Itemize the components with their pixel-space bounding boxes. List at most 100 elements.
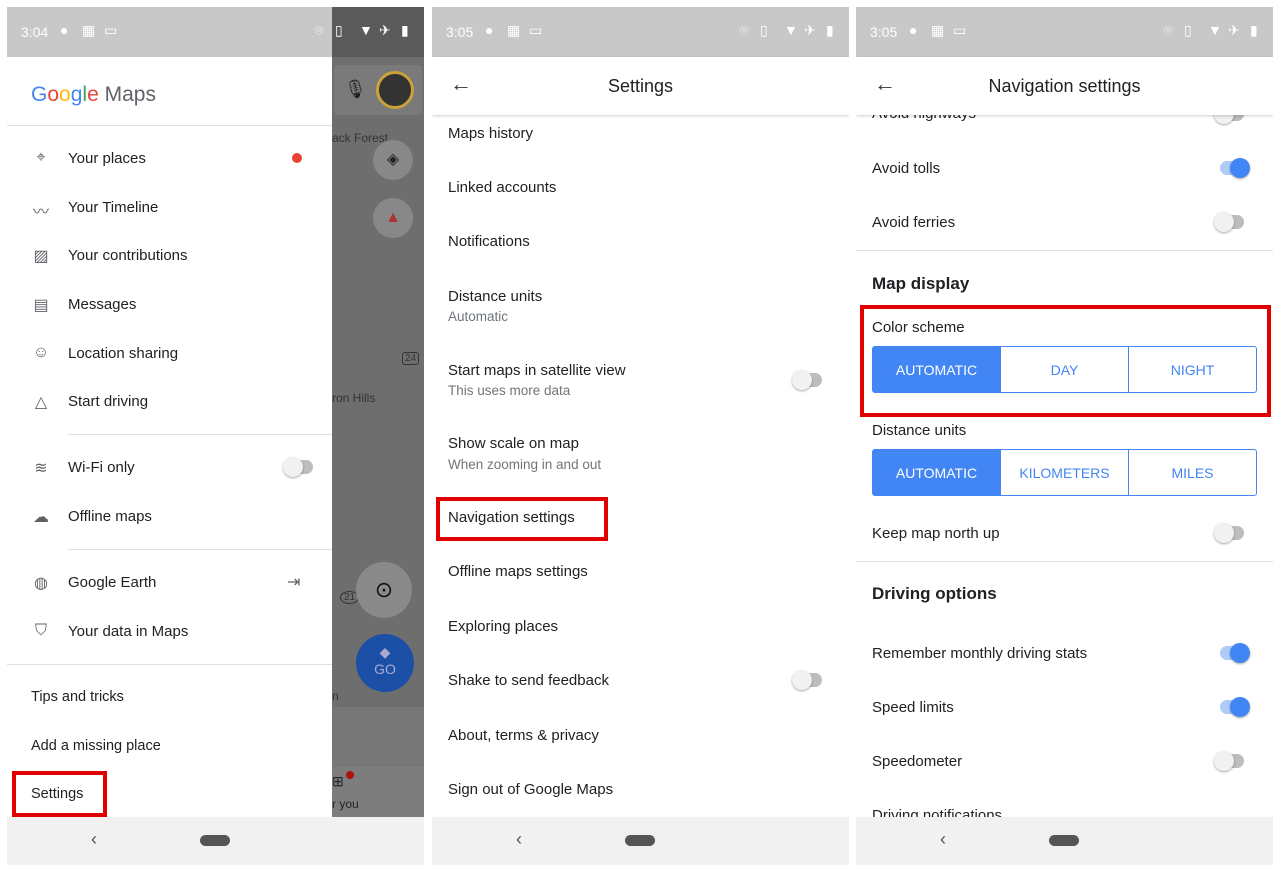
drawer-item-google-earth[interactable]: ◍ Google Earth ⇥ <box>7 561 332 603</box>
item-label: Google Earth <box>68 574 157 591</box>
timeline-icon: 〰 <box>32 204 49 221</box>
page-title: Settings <box>607 76 674 96</box>
spotify-icon: ● <box>60 22 69 38</box>
speedometer-toggle[interactable] <box>1214 751 1244 771</box>
battery-icon: ▮ <box>1250 22 1258 38</box>
wifi-icon: ▼ <box>1208 22 1222 38</box>
system-nav-bar: ‹ <box>856 817 1273 865</box>
wifi-only-toggle[interactable] <box>283 457 313 477</box>
dimmed-map[interactable]: 🎙 ack Forest ◈ ▲ 24 ron Hills 21 ⊙ ◆ GO n… <box>332 7 424 865</box>
navigation-icon: △ <box>34 394 48 411</box>
battery-icon: ▮ <box>401 22 409 38</box>
settings-item-show-scale[interactable]: Show scale on map <box>448 435 579 452</box>
highlight-box <box>12 771 107 817</box>
status-bar: 3:04 ● ▦ ▭ ⌾ ▯ ▼ ✈ ▮ <box>7 7 424 57</box>
route-shield: 24 <box>402 352 420 365</box>
map-label: n <box>332 689 339 703</box>
go-button[interactable]: ◆ GO <box>356 634 414 692</box>
cast-icon: ▭ <box>529 22 543 38</box>
app-icon: ▦ <box>507 22 521 38</box>
keep-north-toggle[interactable] <box>1214 523 1244 543</box>
settings-item-distance-units[interactable]: Distance units <box>448 288 542 305</box>
drawer-item-location-sharing[interactable]: ☺ Location sharing <box>7 332 332 374</box>
navigation-settings-screen: 3:05 ● ▦ ▭ ⌾ ▯ ▼ ✈ ▮ ← Navigation setting… <box>856 7 1273 865</box>
back-icon[interactable]: ‹ <box>516 829 522 850</box>
home-button[interactable] <box>1049 835 1079 846</box>
item-label: Messages <box>68 296 137 313</box>
drawer-item-your-data[interactable]: ⛉ Your data in Maps <box>7 610 332 652</box>
settings-item-exploring-places[interactable]: Exploring places <box>448 618 558 635</box>
drawer-item-timeline[interactable]: 〰 Your Timeline <box>7 186 332 228</box>
speedometer-label: Speedometer <box>872 753 963 770</box>
item-label: Offline maps <box>68 508 152 525</box>
drawer-item-your-places[interactable]: ⌖ Your places <box>7 137 332 179</box>
item-label: Start driving <box>68 393 149 410</box>
avoid-tolls-toggle[interactable] <box>1220 158 1250 178</box>
status-bar: 3:05 ● ▦ ▭ ⌾ ▯ ▼ ✈ ▮ <box>856 7 1273 57</box>
back-icon[interactable]: ‹ <box>91 829 97 850</box>
section-map-display: Map display <box>872 274 970 293</box>
contributions-icon: ▨ <box>33 248 49 265</box>
home-button[interactable] <box>200 835 230 846</box>
drawer-item-offline-maps[interactable]: ☁ Offline maps <box>7 495 332 537</box>
clock: 3:05 <box>870 24 898 40</box>
open-external-icon: ⇥ <box>287 574 301 591</box>
spotify-icon: ● <box>485 22 494 38</box>
page-title: Navigation settings <box>988 76 1141 96</box>
tab-for-you[interactable]: r you <box>332 797 359 811</box>
speed-limits-toggle[interactable] <box>1220 697 1250 717</box>
settings-item-shake-feedback[interactable]: Shake to send feedback <box>448 672 609 689</box>
satellite-view-toggle[interactable] <box>792 370 822 390</box>
settings-item-satellite-view[interactable]: Start maps in satellite view <box>448 362 626 379</box>
home-button[interactable] <box>625 835 655 846</box>
section-driving-options: Driving options <box>872 584 997 603</box>
driving-stats-toggle[interactable] <box>1220 643 1250 663</box>
avoid-ferries-label: Avoid ferries <box>872 214 956 231</box>
system-nav-bar: ‹ <box>432 817 849 865</box>
add-missing-place-link[interactable]: Add a missing place <box>31 738 161 754</box>
back-icon[interactable]: ‹ <box>940 829 946 850</box>
location-pin-icon: ⌖ <box>36 149 46 166</box>
vibrate-icon: ▯ <box>1184 22 1192 38</box>
my-location-icon[interactable]: ⊙ <box>356 562 412 618</box>
avatar[interactable] <box>376 71 414 109</box>
shake-feedback-toggle[interactable] <box>792 670 822 690</box>
clock: 3:05 <box>446 24 474 40</box>
drawer-item-start-driving[interactable]: △ Start driving <box>7 380 332 422</box>
distance-units-kilometers[interactable]: KILOMETERS <box>1000 450 1128 495</box>
map-label: ack Forest <box>332 131 389 145</box>
highlight-box <box>860 305 1271 417</box>
settings-item-notifications[interactable]: Notifications <box>448 233 530 250</box>
settings-item-offline-maps[interactable]: Offline maps settings <box>448 563 588 580</box>
mic-icon[interactable]: 🎙 <box>344 79 367 100</box>
map-label: ron Hills <box>332 391 376 405</box>
show-scale-subtitle: When zooming in and out <box>448 457 602 472</box>
distance-units-miles[interactable]: MILES <box>1128 450 1256 495</box>
layers-icon[interactable]: ◈ <box>373 140 413 180</box>
driving-stats-label: Remember monthly driving stats <box>872 645 1088 662</box>
directions-icon: ◆ <box>379 644 391 660</box>
drawer-item-messages[interactable]: ▤ Messages <box>7 283 332 325</box>
settings-item-maps-history[interactable]: Maps history <box>448 125 533 142</box>
item-label: Your contributions <box>68 247 188 264</box>
airplane-icon: ✈ <box>804 22 816 38</box>
distance-units-automatic[interactable]: AUTOMATIC <box>873 450 1000 495</box>
settings-item-sign-out[interactable]: Sign out of Google Maps <box>448 781 613 798</box>
avoid-ferries-toggle[interactable] <box>1214 212 1244 232</box>
speed-limits-label: Speed limits <box>872 699 954 716</box>
item-label: Your places <box>68 150 146 167</box>
location-sharing-icon: ☺ <box>32 344 50 361</box>
compass-icon[interactable]: ▲ <box>373 198 413 238</box>
wifi-icon: ▼ <box>784 22 798 38</box>
item-label: Wi-Fi only <box>68 459 135 476</box>
shield-icon: ⛉ <box>34 622 47 639</box>
airplane-icon: ✈ <box>1228 22 1240 38</box>
google-maps-logo: Google Maps <box>31 83 156 106</box>
tips-and-tricks-link[interactable]: Tips and tricks <box>31 689 124 705</box>
settings-item-about[interactable]: About, terms & privacy <box>448 727 599 744</box>
app-icon: ▦ <box>82 22 96 38</box>
drawer-item-contributions[interactable]: ▨ Your contributions <box>7 234 332 276</box>
offline-icon: ☁ <box>33 509 49 526</box>
settings-item-linked-accounts[interactable]: Linked accounts <box>448 179 556 196</box>
drawer-item-wifi-only[interactable]: ≋ Wi-Fi only <box>7 446 332 488</box>
